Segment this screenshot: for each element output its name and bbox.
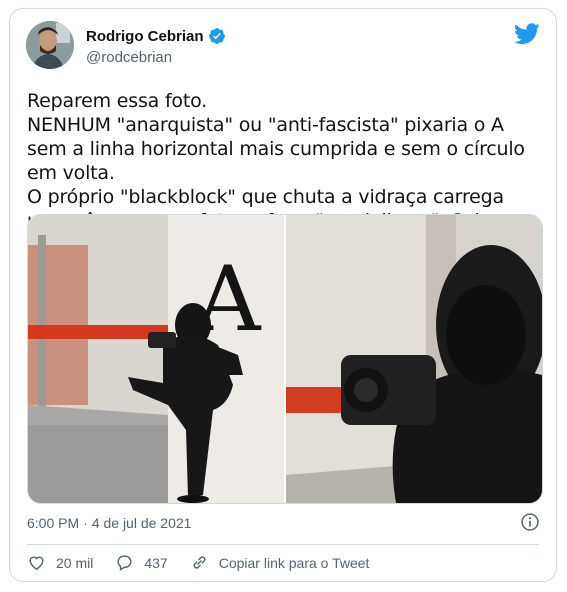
- timestamp[interactable]: 6:00 PM · 4 de jul de 2021: [27, 515, 191, 531]
- reply-count: 437: [144, 554, 168, 571]
- twitter-bird-icon[interactable]: [514, 23, 540, 45]
- info-icon[interactable]: [520, 512, 540, 532]
- reply-bubble-icon: [117, 555, 132, 571]
- copy-link-button[interactable]: Copiar link para o Tweet: [190, 553, 370, 572]
- display-name[interactable]: Rodrigo Cebrian: [86, 28, 204, 45]
- tweet-date[interactable]: 4 de jul de 2021: [92, 515, 192, 531]
- reply-button[interactable]: 437: [115, 553, 168, 572]
- tweet-time[interactable]: 6:00 PM: [27, 515, 79, 531]
- like-count: 20 mil: [56, 554, 94, 571]
- link-icon: [193, 556, 206, 569]
- action-bar: 20 mil 437 Copiar link para o Tweet: [27, 553, 391, 572]
- copy-link-label: Copiar link para o Tweet: [218, 554, 370, 571]
- divider: [27, 544, 539, 545]
- photo-right[interactable]: [286, 215, 542, 503]
- handle[interactable]: @rodcebrian: [86, 49, 172, 66]
- like-button[interactable]: 20 mil: [27, 553, 93, 572]
- tweet-text: Reparem essa foto. NENHUM "anarquista" o…: [27, 90, 525, 232]
- tweet-card[interactable]: Rodrigo Cebrian @rodcebrian Reparem essa…: [9, 8, 557, 582]
- photo-left[interactable]: A: [28, 215, 284, 503]
- verified-badge-icon: [208, 28, 225, 44]
- heart-icon: [29, 556, 44, 571]
- avatar[interactable]: [26, 21, 74, 69]
- media-grid: A: [27, 214, 543, 504]
- timestamp-separator: ·: [83, 515, 88, 531]
